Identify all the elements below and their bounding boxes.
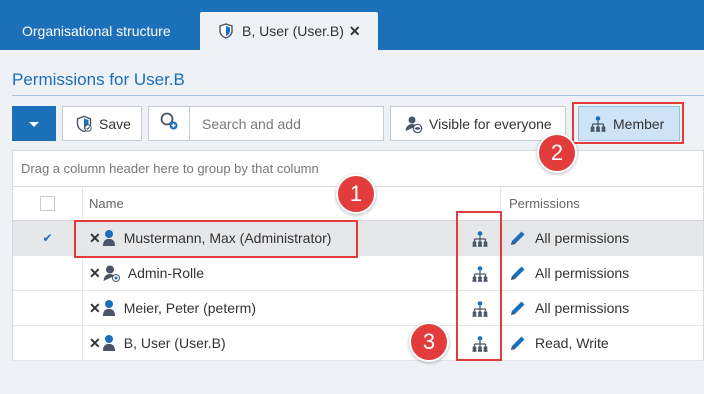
- annotation-badge-2: 2: [537, 133, 577, 173]
- user-icon: [102, 299, 116, 317]
- page-title: Permissions for User.B: [12, 70, 185, 89]
- pencil-icon[interactable]: [509, 264, 527, 282]
- row-check-cell: ✔: [13, 221, 83, 255]
- role-icon: [102, 264, 120, 282]
- search-input[interactable]: [190, 107, 383, 140]
- permissions-cell: All permissions: [501, 291, 703, 325]
- user-icon: [102, 334, 116, 352]
- pencil-icon[interactable]: [509, 299, 527, 317]
- table-row[interactable]: ✕ Meier, Peter (peterm) All permissions: [13, 291, 703, 326]
- remove-icon[interactable]: ✕: [89, 300, 101, 317]
- member-icon: [589, 115, 607, 133]
- shield-icon: [75, 115, 93, 133]
- name-cell: ✕ Admin-Rolle: [83, 256, 501, 290]
- remove-icon[interactable]: ✕: [89, 335, 101, 352]
- row-name: Mustermann, Max (Administrator): [123, 230, 332, 246]
- column-header-name[interactable]: Name: [83, 187, 501, 220]
- select-all-cell: [13, 187, 83, 220]
- annotation-badge-1: 1: [336, 174, 376, 214]
- name-cell: ✕ Mustermann, Max (Administrator): [83, 221, 501, 255]
- table-row[interactable]: ✕ Admin-Rolle All permissions: [13, 256, 703, 291]
- row-check-cell[interactable]: [13, 326, 83, 360]
- tab-user-b[interactable]: B, User (User.B) ✕: [200, 12, 378, 50]
- shield-icon: [218, 23, 234, 39]
- tab-organisational-structure[interactable]: Organisational structure: [0, 12, 200, 50]
- member-button[interactable]: Member: [578, 106, 680, 141]
- title-divider: [12, 95, 704, 96]
- permissions-cell: All permissions: [501, 221, 703, 255]
- column-header-permissions[interactable]: Permissions: [501, 187, 703, 220]
- checkmark-icon[interactable]: ✔: [42, 232, 52, 244]
- visible-icon: [403, 114, 423, 134]
- table-row[interactable]: ✔ ✕ Mustermann, Max (Administrator) All …: [13, 221, 703, 256]
- save-label: Save: [99, 115, 131, 132]
- user-icon: [102, 229, 116, 247]
- member-label: Member: [613, 115, 665, 132]
- chevron-down-icon: [28, 116, 40, 132]
- annotation-badge-3: 3: [409, 322, 449, 362]
- row-check-cell[interactable]: [13, 256, 83, 290]
- row-permissions: All permissions: [535, 300, 630, 316]
- pencil-icon[interactable]: [509, 229, 527, 247]
- visible-label: Visible for everyone: [429, 115, 552, 132]
- remove-icon[interactable]: ✕: [89, 265, 101, 282]
- member-icon[interactable]: [471, 265, 489, 283]
- search-add-button[interactable]: [149, 107, 190, 140]
- visible-for-everyone-button[interactable]: Visible for everyone: [390, 106, 566, 141]
- row-permissions: All permissions: [535, 265, 630, 281]
- row-name: Admin-Rolle: [127, 265, 204, 281]
- tab-label: B, User (User.B): [242, 23, 344, 39]
- tab-bar: Organisational structure B, User (User.B…: [0, 0, 704, 50]
- row-permissions: All permissions: [535, 230, 630, 246]
- member-icon[interactable]: [471, 300, 489, 318]
- dropdown-button[interactable]: [12, 106, 56, 141]
- search-add-group: [148, 106, 384, 141]
- search-add-icon: [159, 111, 179, 136]
- pencil-icon[interactable]: [509, 334, 527, 352]
- member-icon[interactable]: [471, 335, 489, 353]
- save-button[interactable]: Save: [62, 106, 142, 141]
- member-icon[interactable]: [471, 230, 489, 248]
- row-name: B, User (User.B): [123, 335, 226, 351]
- name-cell: ✕ Meier, Peter (peterm): [83, 291, 501, 325]
- close-icon[interactable]: ✕: [349, 23, 361, 40]
- row-name: Meier, Peter (peterm): [123, 300, 256, 316]
- tab-label: Organisational structure: [22, 23, 171, 39]
- permissions-cell: All permissions: [501, 256, 703, 290]
- permissions-cell: Read, Write: [501, 326, 703, 360]
- table-row[interactable]: ✕ B, User (User.B) Read, Write: [13, 326, 703, 361]
- row-check-cell[interactable]: [13, 291, 83, 325]
- select-all-checkbox[interactable]: [40, 196, 55, 211]
- remove-icon[interactable]: ✕: [89, 230, 101, 247]
- row-permissions: Read, Write: [535, 335, 609, 351]
